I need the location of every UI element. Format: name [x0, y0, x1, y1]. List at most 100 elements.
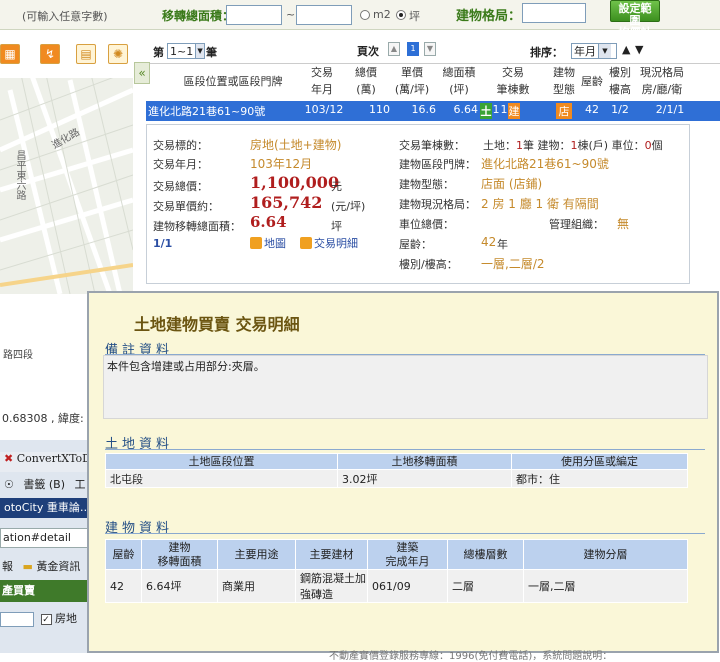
table-row: 42 6.64坪 商業用 鋼筋混凝土加強磚造 061/09 二層 一層,二層 — [105, 569, 688, 603]
type-label: 建物型態： — [399, 178, 454, 191]
address-label: 建物區段門牌： — [399, 158, 476, 171]
keyword-hint: (可輸入任意字數) — [22, 10, 108, 23]
col-header[interactable]: 現況格局 房/廳/衛 — [638, 64, 686, 98]
col-header[interactable]: 區段位置或區段門牌 — [168, 73, 298, 90]
age-value: 42 — [481, 235, 497, 249]
prev-page-button[interactable]: ▲ — [388, 42, 400, 56]
browser-menu: ☉ 書籤 (B) 工 — [0, 476, 100, 492]
building-badge: 建 — [508, 103, 520, 119]
transaction-detail: 交易標的： 房地(土地+建物) 交易年月： 103年12月 交易總價： 1,10… — [146, 124, 690, 284]
age-unit: 年 — [497, 238, 508, 251]
building-cell: 二層 — [447, 569, 524, 603]
map-road-label: 昌平東六路 — [14, 150, 25, 200]
col-header[interactable]: 屋齡 — [580, 73, 604, 90]
convert-tab[interactable]: ✖ ConvertXToDV — [0, 452, 100, 472]
col-header[interactable]: 交易 年月 — [302, 64, 342, 98]
building-cell: 鋼筋混凝土加強磚造 — [295, 569, 368, 603]
parking-price-label: 車位總價： — [399, 218, 454, 231]
unit-price-label: 交易單價約： — [153, 200, 219, 213]
bookmark-gold[interactable]: 黃金資訊 — [36, 560, 80, 573]
page-select[interactable]: 1~1 ▼ — [167, 43, 205, 59]
close-icon: ✖ — [4, 452, 14, 465]
row-floor: 1/2 — [611, 103, 629, 116]
total-label: 交易總價： — [153, 180, 208, 193]
sort-asc-button[interactable]: ▲ — [622, 43, 630, 56]
next-page-button[interactable]: ▼ — [424, 42, 436, 56]
motocity-tab[interactable]: otoCity 重車論… — [0, 498, 100, 518]
sun-icon[interactable]: ✺ — [108, 44, 128, 64]
url-bar[interactable]: ation#detail — [0, 528, 100, 548]
col-header[interactable]: 總面積 (坪) — [438, 64, 480, 98]
map-coordinates: 0.68308 , 緯度: 2 — [0, 409, 97, 427]
grid-icon[interactable]: ▤ — [76, 44, 96, 64]
filter-select[interactable] — [0, 611, 34, 627]
chevron-down-icon: ▼ — [195, 44, 204, 58]
area-label: 移轉總面積： — [162, 9, 235, 23]
area-value: 6.64 — [250, 213, 287, 231]
route-icon[interactable]: ↯ — [40, 44, 60, 64]
row-area: 6.64 — [453, 103, 479, 116]
sort-select[interactable]: 年月 ▼ — [571, 43, 617, 59]
sort-select-value: 年月 — [574, 45, 596, 58]
range-average-button[interactable]: 設定範圍 均價計算 — [610, 0, 660, 51]
unit-m2-radio[interactable] — [360, 10, 370, 20]
layout-label: 建物格局： — [456, 9, 522, 24]
menu-bookmarks[interactable]: 書籤 (B) — [23, 478, 65, 491]
row-address: 進化北路21巷61~90號 — [148, 105, 266, 118]
area-max-input[interactable] — [296, 5, 352, 25]
page-number-label: 頁次 — [357, 45, 379, 58]
row-layout: 2/1/1 — [655, 103, 685, 116]
type-value: 店面 (店鋪) — [481, 177, 543, 191]
building-cell: 061/09 — [367, 569, 448, 603]
area-min-input[interactable] — [226, 5, 282, 25]
col-header[interactable]: 單價 (萬/坪) — [388, 64, 436, 98]
map-link[interactable]: 地圖 — [250, 235, 286, 251]
row-date: 103/12 — [304, 103, 344, 116]
unit-price-value: 165,742 — [250, 193, 323, 212]
map-road-label: 路四段 — [3, 350, 33, 361]
target-label: 交易標的： — [153, 139, 208, 152]
management-label: 管理組織： — [549, 218, 604, 231]
col-header[interactable]: 交易 筆棟數 — [488, 64, 538, 98]
building-cell: 6.64坪 — [141, 569, 218, 603]
sort-desc-button[interactable]: ▼ — [635, 43, 643, 56]
address-value: 進化北路21巷61~90號 — [481, 157, 609, 171]
results-table-header: 區段位置或區段門牌 交易 年月 總價 (萬) 單價 (萬/坪) 總面積 (坪) 交易 筆棟… — [150, 63, 720, 99]
layers-icon[interactable]: ▦ — [0, 44, 20, 64]
footer-service-text: 不動產實價登錄服務專線：1996(免付費電話)，系統問題說明： — [329, 651, 613, 662]
row-count-build: 1 — [500, 103, 508, 116]
building-header: 屋齡 — [105, 539, 142, 570]
current-page-button[interactable]: 1 — [407, 42, 419, 56]
land-header: 土地移轉面積 — [337, 453, 512, 470]
land-badge: 土 — [480, 103, 492, 119]
building-cell: 一層,二層 — [523, 569, 688, 603]
count-value: 土地：1筆 建物：1棟(戶) 車位：0個 — [483, 139, 663, 152]
collapse-panel-icon[interactable]: « — [134, 62, 150, 84]
land-header: 使用分區或編定 — [511, 453, 688, 470]
unit-ping-label: 坪 — [409, 10, 420, 23]
unit-ping-radio[interactable] — [396, 10, 406, 20]
bookmarks-bar: 報 ▬ 黃金資訊 — [0, 558, 100, 576]
col-header[interactable]: 總價 (萬) — [346, 64, 386, 98]
col-header[interactable]: 樓別 樓高 — [606, 64, 634, 98]
layout-input[interactable] — [522, 3, 586, 23]
table-row[interactable]: 進化北路21巷61~90號 103/12 110 16.6 6.64 土 1 1… — [146, 101, 720, 121]
building-header: 總樓層數 — [447, 539, 524, 570]
col-header[interactable]: 建物 型態 — [548, 64, 580, 98]
note-text: 本件包含增建或占用部分:夾層。 — [107, 360, 265, 373]
detail-link[interactable]: 交易明細 — [300, 235, 358, 251]
area-unit: 坪 — [331, 220, 342, 233]
area-label: 建物移轉總面積： — [153, 220, 241, 233]
divider — [105, 449, 705, 450]
bookmark-news[interactable]: 報 — [0, 560, 13, 573]
menu-icon[interactable]: ☉ — [0, 478, 14, 491]
land-header: 土地區段位置 — [105, 453, 338, 470]
menu-tools[interactable]: 工 — [75, 478, 86, 491]
map-toolbar: ▦ ↯ ▤ ✺ — [0, 30, 150, 78]
section-header: 產買賣 — [0, 580, 100, 602]
area-separator: ~ — [286, 8, 296, 21]
land-cell: 北屯段 — [105, 469, 338, 488]
filter-bar: (可輸入任意字數) 移轉總面積： ~ m2 坪 建物格局： 設定範圍 均價計算 — [0, 0, 720, 51]
house-checkbox[interactable]: ✓ — [40, 613, 52, 625]
building-header: 主要用途 — [217, 539, 296, 570]
